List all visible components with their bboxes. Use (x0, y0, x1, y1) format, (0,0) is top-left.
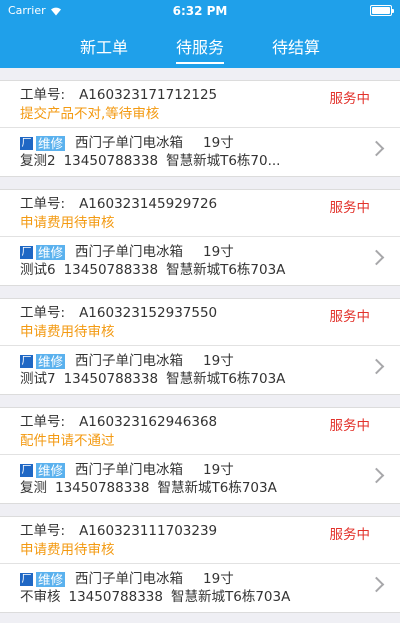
customer-name: 复测 (20, 480, 47, 496)
repair-tag: 维修 (36, 571, 66, 587)
status-badge: 服务中 (329, 309, 371, 325)
product-name: 西门子单门电冰箱 (75, 353, 184, 369)
customer-phone: 13450788338 (55, 480, 150, 496)
customer-phone: 13450788338 (63, 153, 159, 169)
order-details[interactable]: 厂 维修 西门子单门电冰箱 19寸 不审核 13450788338 智慧新城T6栋7… (0, 564, 400, 612)
product-size: 19寸 (203, 462, 234, 478)
product-line: 厂 维修 西门子单门电冰箱 19寸 (20, 461, 360, 479)
customer-name: 不审核 (20, 589, 61, 605)
product-size: 19寸 (203, 571, 234, 587)
order-list: 工单号: A160323171712125 服务中 提交产品不对,等待审核 厂 维… (0, 68, 400, 613)
order-card[interactable]: 工单号: A160323111703239 服务中 申请费用待审核 厂 维修 西门… (0, 516, 400, 613)
product-line: 厂 维修 西门子单门电冰箱 19寸 (20, 243, 360, 261)
order-note: 配件申请不通过 (20, 433, 115, 449)
contact-line: 复测 13450788338 智慧新城T6栋703A (20, 479, 360, 498)
order-number-label: 工单号: (20, 523, 66, 539)
factory-icon: 厂 (20, 245, 33, 259)
order-header: 工单号: A160323171712125 服务中 提交产品不对,等待审核 (0, 81, 400, 128)
order-number-label: 工单号: (20, 196, 66, 212)
chevron-right-icon[interactable] (368, 249, 385, 266)
status-badge: 服务中 (329, 200, 371, 216)
order-header: 工单号: A160323162946368 服务中 配件申请不通过 (0, 408, 400, 455)
product-line: 厂 维修 西门子单门电冰箱 19寸 (20, 352, 360, 370)
status-badge: 服务中 (329, 527, 371, 543)
repair-tag: 维修 (36, 353, 66, 369)
status-badge: 服务中 (329, 418, 371, 434)
tab-new-orders[interactable]: 新工单 (80, 22, 128, 68)
contact-line: 测试6 13450788338 智慧新城T6栋703A (20, 261, 360, 280)
product-name: 西门子单门电冰箱 (75, 244, 184, 260)
tab-pending-settlement[interactable]: 待结算 (272, 22, 320, 68)
product-name: 西门子单门电冰箱 (75, 135, 184, 151)
order-header: 工单号: A160323152937550 服务中 申请费用待审核 (0, 299, 400, 346)
order-header: 工单号: A160323111703239 服务中 申请费用待审核 (0, 517, 400, 564)
factory-icon: 厂 (20, 463, 33, 477)
product-size: 19寸 (203, 135, 234, 151)
tab-pending-service[interactable]: 待服务 (175, 22, 225, 68)
order-number: A160323162946368 (79, 414, 218, 430)
order-number-label: 工单号: (20, 87, 66, 103)
customer-address: 智慧新城T6栋70... (166, 153, 281, 169)
order-note: 申请费用待审核 (20, 542, 115, 558)
battery-icon (370, 5, 394, 16)
customer-address: 智慧新城T6栋703A (166, 262, 286, 278)
customer-name: 测试6 (20, 262, 56, 278)
product-line: 厂 维修 西门子单门电冰箱 19寸 (20, 134, 360, 152)
order-number: A160323152937550 (79, 305, 218, 321)
order-card[interactable]: 工单号: A160323152937550 服务中 申请费用待审核 厂 维修 西门… (0, 298, 400, 395)
customer-phone: 13450788338 (68, 589, 163, 605)
order-card[interactable]: 工单号: A160323145929726 服务中 申请费用待审核 厂 维修 西门… (0, 189, 400, 286)
chevron-right-icon[interactable] (368, 358, 385, 375)
order-number: A160323171712125 (79, 87, 218, 103)
order-details[interactable]: 厂 维修 西门子单门电冰箱 19寸 复测2 13450788338 智慧新城T6栋7… (0, 128, 400, 176)
order-card[interactable]: 工单号: A160323162946368 服务中 配件申请不通过 厂 维修 西门… (0, 407, 400, 504)
order-note: 提交产品不对,等待审核 (20, 106, 160, 122)
repair-tag: 维修 (36, 135, 66, 151)
order-details[interactable]: 厂 维修 西门子单门电冰箱 19寸 测试6 13450788338 智慧新城T6栋7… (0, 237, 400, 285)
contact-line: 复测2 13450788338 智慧新城T6栋70... (20, 152, 360, 171)
contact-line: 测试7 13450788338 智慧新城T6栋703A (20, 370, 360, 389)
contact-line: 不审核 13450788338 智慧新城T6栋703A (20, 588, 360, 607)
order-note: 申请费用待审核 (20, 215, 115, 231)
customer-address: 智慧新城T6栋703A (170, 589, 291, 605)
product-size: 19寸 (203, 353, 234, 369)
customer-address: 智慧新城T6栋703A (157, 480, 277, 496)
product-name: 西门子单门电冰箱 (75, 462, 184, 478)
factory-icon: 厂 (20, 136, 33, 150)
product-size: 19寸 (203, 244, 234, 260)
product-line: 厂 维修 西门子单门电冰箱 19寸 (20, 570, 360, 588)
chevron-right-icon[interactable] (368, 576, 385, 593)
order-number: A160323111703239 (79, 523, 218, 539)
factory-icon: 厂 (20, 354, 33, 368)
status-badge: 服务中 (329, 91, 371, 107)
customer-phone: 13450788338 (63, 371, 159, 387)
order-number: A160323145929726 (79, 196, 218, 212)
clock: 6:32 PM (172, 4, 228, 18)
chevron-right-icon[interactable] (368, 467, 385, 484)
customer-name: 测试7 (20, 371, 56, 387)
product-name: 西门子单门电冰箱 (75, 571, 184, 587)
customer-phone: 13450788338 (63, 262, 159, 278)
customer-name: 复测2 (20, 153, 56, 169)
customer-address: 智慧新城T6栋703A (166, 371, 286, 387)
repair-tag: 维修 (36, 244, 66, 260)
order-details[interactable]: 厂 维修 西门子单门电冰箱 19寸 复测 13450788338 智慧新城T6栋70… (0, 455, 400, 503)
order-note: 申请费用待审核 (20, 324, 115, 340)
order-card[interactable]: 工单号: A160323171712125 服务中 提交产品不对,等待审核 厂 维… (0, 80, 400, 177)
order-number-label: 工单号: (20, 305, 66, 321)
tab-bar: 新工单 待服务 待结算 (0, 22, 400, 68)
status-bar: Carrier 6:32 PM (0, 0, 400, 22)
order-details[interactable]: 厂 维修 西门子单门电冰箱 19寸 测试7 13450788338 智慧新城T6栋7… (0, 346, 400, 394)
order-header: 工单号: A160323145929726 服务中 申请费用待审核 (0, 190, 400, 237)
chevron-right-icon[interactable] (368, 140, 385, 157)
order-number-label: 工单号: (20, 414, 66, 430)
repair-tag: 维修 (36, 462, 66, 478)
factory-icon: 厂 (20, 572, 33, 586)
